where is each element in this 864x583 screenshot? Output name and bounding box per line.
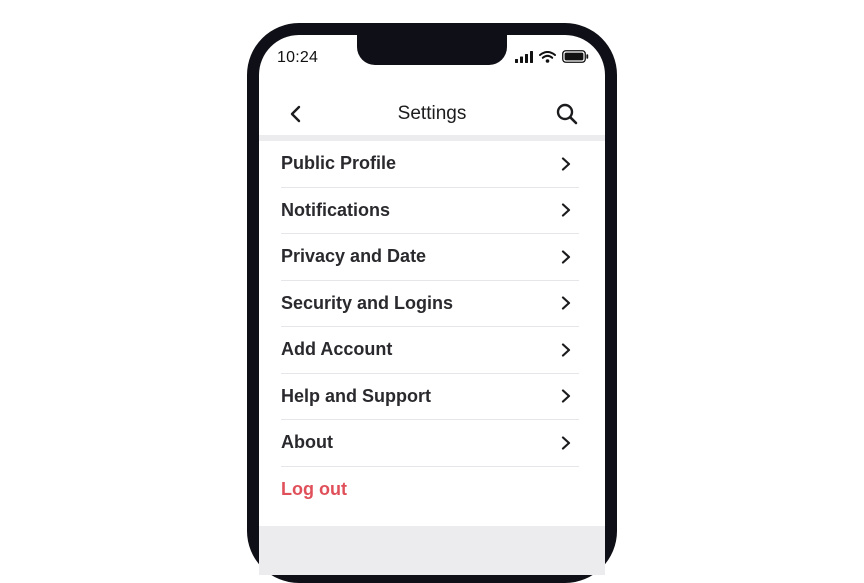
chevron-right-icon xyxy=(561,203,571,217)
page-title: Settings xyxy=(397,103,467,124)
menu-item-privacy[interactable]: Privacy and Date xyxy=(281,234,579,281)
menu-item-add-account[interactable]: Add Account xyxy=(281,327,579,374)
menu-item-notifications[interactable]: Notifications xyxy=(281,188,579,234)
phone-notch xyxy=(357,35,507,65)
chevron-right-icon xyxy=(561,296,571,310)
status-icons xyxy=(515,50,589,63)
logout-button[interactable]: Log out xyxy=(281,467,579,514)
bottom-section-band xyxy=(259,526,605,575)
menu-item-public-profile[interactable]: Public Profile xyxy=(281,141,579,188)
chevron-right-icon xyxy=(561,436,571,450)
chevron-right-icon xyxy=(561,343,571,357)
menu-item-label: Security and Logins xyxy=(281,292,454,313)
search-icon[interactable] xyxy=(555,102,579,126)
menu-item-security[interactable]: Security and Logins xyxy=(281,281,579,327)
menu-item-help[interactable]: Help and Support xyxy=(281,374,579,420)
menu-item-label: Public Profile xyxy=(281,153,397,174)
menu-item-label: About xyxy=(281,432,333,453)
chevron-right-icon xyxy=(561,157,571,171)
top-nav-bar: Settings xyxy=(259,91,605,137)
settings-menu: Public Profile Notifications Privacy and… xyxy=(281,141,579,513)
phone-screen: 10:24 Settings Public Profile Notificati… xyxy=(259,35,605,575)
phone-frame: 10:24 Settings Public Profile Notificati… xyxy=(247,23,617,583)
chevron-right-icon xyxy=(561,389,571,403)
wifi-icon xyxy=(539,50,556,63)
signal-icon xyxy=(515,50,533,63)
status-time: 10:24 xyxy=(277,49,319,66)
menu-item-label: Help and Support xyxy=(281,385,431,406)
menu-item-label: Add Account xyxy=(281,339,393,360)
menu-item-label: Privacy and Date xyxy=(281,246,427,267)
menu-item-label: Notifications xyxy=(281,199,391,220)
chevron-right-icon xyxy=(561,250,571,264)
menu-item-about[interactable]: About xyxy=(281,420,579,467)
battery-icon xyxy=(562,50,589,63)
logout-label: Log out xyxy=(281,479,347,500)
